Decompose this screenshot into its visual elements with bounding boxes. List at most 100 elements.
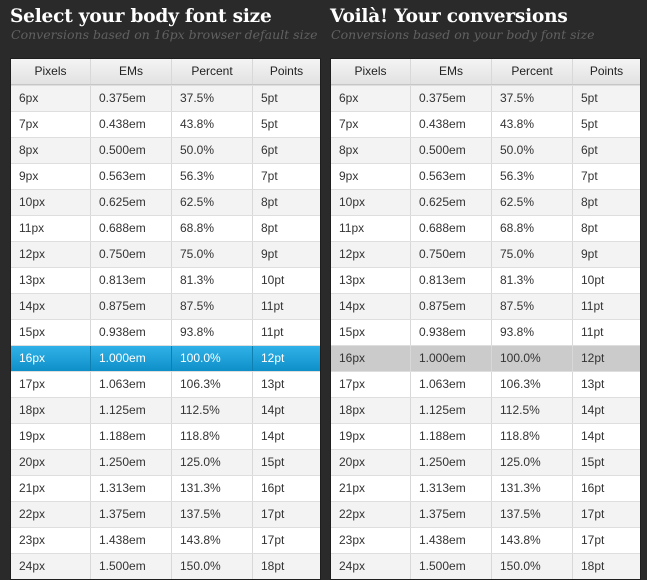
- cell-pixels: 24px: [331, 554, 411, 579]
- table-row[interactable]: 15px 0.938em 93.8% 11pt: [11, 319, 320, 345]
- cell-ems: 0.500em: [91, 138, 172, 163]
- cell-pixels: 23px: [331, 528, 411, 553]
- cell-points: 13pt: [261, 377, 285, 391]
- cell-pixels: 9px: [331, 164, 411, 189]
- cell-ems: 0.563em: [91, 164, 172, 189]
- cell-percent: 50.0%: [492, 138, 573, 163]
- cell-points: 8pt: [581, 195, 598, 209]
- cell-percent: 50.0%: [172, 138, 253, 163]
- cell-ems: 0.500em: [411, 138, 492, 163]
- cell-pixels: 21px: [11, 476, 91, 501]
- table-row[interactable]: 22px 1.375em 137.5% 17pt: [11, 501, 320, 527]
- cell-percent: 125.0%: [492, 450, 573, 475]
- cell-ems: 0.563em: [411, 164, 492, 189]
- conversions-subtitle: Conversions based on your body font size: [331, 27, 595, 42]
- table-row[interactable]: 24px 1.500em 150.0% 18pt: [11, 553, 320, 579]
- table-row: 7px 0.438em 43.8% 5pt: [331, 111, 640, 137]
- cell-ems: 0.625em: [91, 190, 172, 215]
- cell-points: 5pt: [581, 117, 598, 131]
- cell-percent: 100.0%: [172, 346, 253, 371]
- cell-ems: 1.500em: [91, 554, 172, 579]
- table-row[interactable]: 20px 1.250em 125.0% 15pt: [11, 449, 320, 475]
- table-row[interactable]: 23px 1.438em 143.8% 17pt: [11, 527, 320, 553]
- table-row[interactable]: 14px 0.875em 87.5% 11pt: [11, 293, 320, 319]
- cell-pixels: 13px: [331, 268, 411, 293]
- cell-percent: 106.3%: [492, 372, 573, 397]
- cell-ems: 1.000em: [91, 346, 172, 371]
- table-row[interactable]: 6px 0.375em 37.5% 5pt: [11, 85, 320, 111]
- cell-pixels: 12px: [331, 242, 411, 267]
- table-row[interactable]: 10px 0.625em 62.5% 8pt: [11, 189, 320, 215]
- cell-pixels: 22px: [11, 502, 91, 527]
- cell-points: 12pt: [581, 351, 605, 365]
- cell-points: 10pt: [261, 273, 285, 287]
- cell-points: 13pt: [581, 377, 605, 391]
- cell-points: 18pt: [261, 559, 285, 573]
- cell-ems: 1.000em: [411, 346, 492, 371]
- cell-percent: 75.0%: [492, 242, 573, 267]
- cell-percent: 87.5%: [172, 294, 253, 319]
- table-row: 21px 1.313em 131.3% 16pt: [331, 475, 640, 501]
- cell-pixels: 22px: [331, 502, 411, 527]
- cell-ems: 0.750em: [91, 242, 172, 267]
- cell-ems: 1.188em: [411, 424, 492, 449]
- header-points: Points: [589, 64, 624, 78]
- cell-pixels: 19px: [331, 424, 411, 449]
- cell-percent: 75.0%: [172, 242, 253, 267]
- cell-ems: 0.813em: [91, 268, 172, 293]
- cell-pixels: 8px: [331, 138, 411, 163]
- table-header: Pixels EMs Percent Points: [331, 59, 640, 85]
- table-row[interactable]: 7px 0.438em 43.8% 5pt: [11, 111, 320, 137]
- cell-percent: 56.3%: [172, 164, 253, 189]
- cell-percent: 37.5%: [492, 86, 573, 111]
- cell-pixels: 20px: [331, 450, 411, 475]
- cell-pixels: 18px: [11, 398, 91, 423]
- cell-ems: 1.250em: [411, 450, 492, 475]
- cell-ems: 0.813em: [411, 268, 492, 293]
- cell-percent: 137.5%: [172, 502, 253, 527]
- cell-pixels: 7px: [11, 112, 91, 137]
- table-row: 22px 1.375em 137.5% 17pt: [331, 501, 640, 527]
- cell-ems: 1.375em: [411, 502, 492, 527]
- table-row[interactable]: 9px 0.563em 56.3% 7pt: [11, 163, 320, 189]
- cell-ems: 1.063em: [91, 372, 172, 397]
- table-row[interactable]: 12px 0.750em 75.0% 9pt: [11, 241, 320, 267]
- cell-points: 15pt: [581, 455, 605, 469]
- cell-percent: 93.8%: [492, 320, 573, 345]
- cell-pixels: 16px: [11, 346, 91, 371]
- cell-percent: 137.5%: [492, 502, 573, 527]
- cell-pixels: 10px: [11, 190, 91, 215]
- cell-ems: 0.875em: [91, 294, 172, 319]
- table-row[interactable]: 18px 1.125em 112.5% 14pt: [11, 397, 320, 423]
- header-points: Points: [269, 64, 304, 78]
- table-row[interactable]: 11px 0.688em 68.8% 8pt: [11, 215, 320, 241]
- header-pixels: Pixels: [11, 59, 91, 84]
- table-row[interactable]: 16px 1.000em 100.0% 12pt: [11, 345, 320, 371]
- selector-table-body: 6px 0.375em 37.5% 5pt 7px 0.438em 43.8% 5pt 8px 0…: [11, 85, 320, 579]
- cell-points: 14pt: [581, 429, 605, 443]
- cell-points: 11pt: [261, 299, 284, 313]
- table-row[interactable]: 19px 1.188em 118.8% 14pt: [11, 423, 320, 449]
- cell-pixels: 11px: [11, 216, 91, 241]
- table-row[interactable]: 8px 0.500em 50.0% 6pt: [11, 137, 320, 163]
- cell-points: 17pt: [581, 507, 605, 521]
- table-row: 20px 1.250em 125.0% 15pt: [331, 449, 640, 475]
- cell-points: 5pt: [581, 91, 598, 105]
- cell-pixels: 14px: [11, 294, 91, 319]
- table-row[interactable]: 21px 1.313em 131.3% 16pt: [11, 475, 320, 501]
- cell-ems: 0.688em: [411, 216, 492, 241]
- cell-ems: 1.125em: [411, 398, 492, 423]
- cell-percent: 62.5%: [492, 190, 573, 215]
- table-row[interactable]: 13px 0.813em 81.3% 10pt: [11, 267, 320, 293]
- conversions-title: Voilà! Your conversions: [330, 6, 568, 27]
- selector-title: Select your body font size: [10, 6, 272, 27]
- cell-points: 15pt: [261, 455, 285, 469]
- cell-percent: 68.8%: [492, 216, 573, 241]
- table-row: 10px 0.625em 62.5% 8pt: [331, 189, 640, 215]
- cell-points: 16pt: [261, 481, 285, 495]
- cell-points: 17pt: [261, 507, 285, 521]
- cell-ems: 0.375em: [91, 86, 172, 111]
- conversions-table-body: 6px 0.375em 37.5% 5pt 7px 0.438em 43.8% 5pt 8px 0…: [331, 85, 640, 579]
- table-row[interactable]: 17px 1.063em 106.3% 13pt: [11, 371, 320, 397]
- cell-percent: 43.8%: [492, 112, 573, 137]
